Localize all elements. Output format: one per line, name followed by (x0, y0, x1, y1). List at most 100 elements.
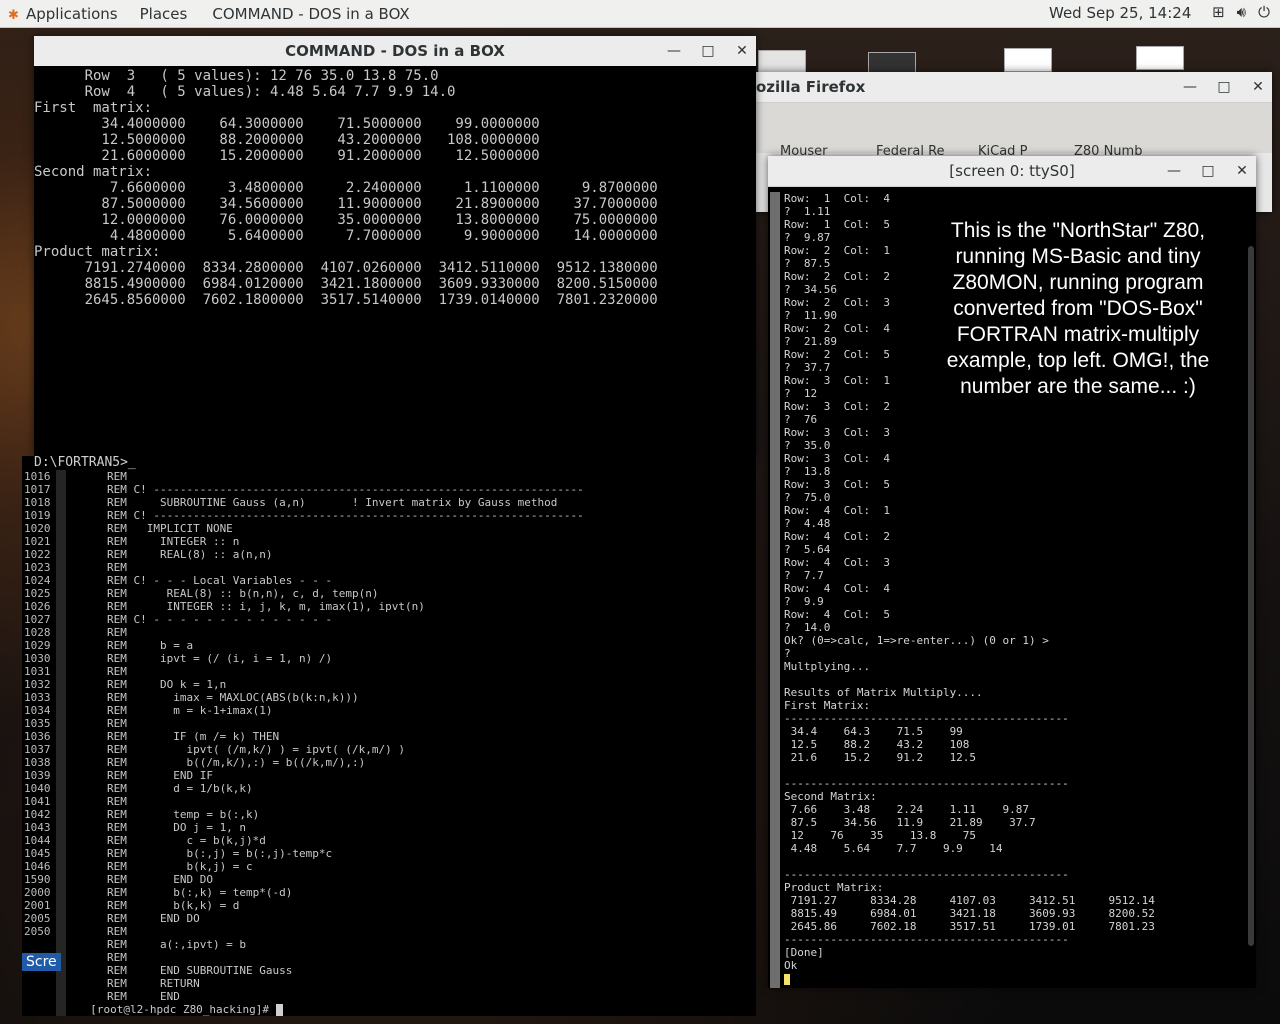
serial-output-line: 7191.27 8334.28 4107.03 3412.51 9512.14 (784, 894, 1155, 907)
desktop-icon[interactable] (1136, 46, 1184, 70)
dosbox-titlebar[interactable]: COMMAND - DOS in a BOX — □ ✕ (34, 36, 756, 67)
shell-prompt[interactable]: [root@l2-hpdc Z80_hacking]# (24, 1003, 584, 1016)
serial-output-line: ----------------------------------------… (784, 777, 1069, 790)
terminal-line: 1036 REM IF (m /= k) THEN (24, 730, 584, 743)
terminal-line-text: REM b(:,k) = temp*(-d) (54, 886, 293, 899)
minimize-button[interactable]: — (1182, 72, 1198, 102)
terminal-line: 1035 REM (24, 717, 584, 730)
serial-output-line: 87.5 34.56 11.9 21.89 37.7 (784, 816, 1036, 829)
line-number: 1041 (24, 795, 51, 808)
line-number: 1022 (24, 548, 51, 561)
terminal-line-text: REM (54, 951, 127, 964)
close-button[interactable]: ✕ (734, 36, 750, 66)
places-menu[interactable]: Places (140, 5, 188, 23)
terminal-line: 1018 REM SUBROUTINE Gauss (a,n) ! Invert… (24, 496, 584, 509)
minimize-button[interactable]: — (1166, 156, 1182, 186)
screen-titlebar[interactable]: [screen 0: ttyS0] — □ ✕ (768, 156, 1256, 187)
terminal-line: 1042 REM temp = b(:,k) (24, 808, 584, 821)
active-window-menu[interactable]: COMMAND - DOS in a BOX (212, 5, 409, 23)
serial-output-line: Row: 3 Col: 2 (784, 400, 890, 413)
serial-output-line: 12.5 88.2 43.2 108 (784, 738, 970, 751)
serial-output-line: ? 9.9 (784, 595, 824, 608)
maximize-button[interactable]: □ (1216, 72, 1232, 102)
applications-icon[interactable]: ✱ (8, 8, 20, 23)
line-number: 2000 (24, 886, 51, 899)
minimize-button[interactable]: — (666, 36, 682, 66)
line-number: 1035 (24, 717, 51, 730)
power-icon[interactable]: ⏻ (1258, 3, 1270, 21)
terminal-line: 2005 REM END DO (24, 912, 584, 925)
line-number: 1043 (24, 821, 51, 834)
firefox-titlebar[interactable]: ozilla Firefox — □ ✕ (756, 72, 1272, 103)
serial-cursor (784, 972, 1244, 985)
line-number: 1019 (24, 509, 51, 522)
dos-output-line: 4.4800000 5.6400000 7.7000000 9.9000000 … (34, 228, 658, 244)
serial-output-line: 12 76 35 13.8 75 (784, 829, 977, 842)
terminal-line: REM END (24, 990, 584, 1003)
terminal-line-text: REM INTEGER :: i, j, k, m, imax(1), ipvt… (54, 600, 425, 613)
line-number: 1017 (24, 483, 51, 496)
terminal-line: 2050 REM (24, 925, 584, 938)
close-button[interactable]: ✕ (1234, 156, 1250, 186)
annotation-text: This is the "NorthStar" Z80, running MS-… (946, 219, 1210, 398)
terminal-line: 1016 REM (24, 470, 584, 483)
serial-output-line: [Done] (784, 946, 824, 959)
terminal-line: 1040 REM d = 1/b(k,k) (24, 782, 584, 795)
serial-output-line: ----------------------------------------… (784, 712, 1069, 725)
serial-output-line: Row: 4 Col: 4 (784, 582, 890, 595)
dosbox-window[interactable]: COMMAND - DOS in a BOX — □ ✕ Row 3 ( 5 v… (34, 36, 756, 458)
shell-terminal[interactable]: D:\FORTRAN5>_ 1016 REM 1017 REM C! ------… (22, 456, 756, 1016)
firefox-title: ozilla Firefox (756, 78, 866, 96)
serial-output-line: 8815.49 6984.01 3421.18 3609.93 8200.52 (784, 907, 1155, 920)
line-number: 1038 (24, 756, 51, 769)
line-number: 1037 (24, 743, 51, 756)
screen-terminal-window[interactable]: [screen 0: ttyS0] — □ ✕ Row: 1 Col: 4? 1… (768, 156, 1256, 988)
taskbar-screen-label[interactable]: Scre (22, 953, 61, 971)
desktop-icon[interactable] (1004, 48, 1052, 72)
terminal-line: REM (24, 951, 584, 964)
dos-output-line: 12.0000000 76.0000000 35.0000000 13.8000… (34, 212, 658, 228)
terminal-line: REM END SUBROUTINE Gauss (24, 964, 584, 977)
line-number: 2050 (24, 925, 51, 938)
volume-icon[interactable]: 🔊︎ (1237, 3, 1246, 21)
terminal-line: 1039 REM END IF (24, 769, 584, 782)
terminal-line-text: REM temp = b(:,k) (54, 808, 260, 821)
maximize-button[interactable]: □ (700, 36, 716, 66)
network-icon[interactable]: ⊞ (1212, 3, 1225, 21)
serial-output-line: Ok? (0=>calc, 1=>re-enter...) (0 or 1) > (784, 634, 1049, 647)
terminal-line-text: REM DO k = 1,n (54, 678, 227, 691)
terminal-line-text: REM (54, 665, 127, 678)
terminal-line-text: REM m = k-1+imax(1) (54, 704, 273, 717)
serial-output-line: Results of Matrix Multiply.... (784, 686, 983, 699)
terminal-line-text: REM END SUBROUTINE Gauss (54, 964, 293, 977)
terminal-line: 1029 REM b = a (24, 639, 584, 652)
terminal-line: REM a(:,ipvt) = b (24, 938, 584, 951)
terminal-line: 1034 REM m = k-1+imax(1) (24, 704, 584, 717)
serial-output-line: ? 5.64 (784, 543, 831, 556)
serial-output-line: Second Matrix: (784, 790, 877, 803)
terminal-line: 1027 REM C! - - - - - - - - - - - - - - (24, 613, 584, 626)
line-number: 1036 (24, 730, 51, 743)
terminal-line-text: REM ipvt = (/ (i, i = 1, n) /) (54, 652, 333, 665)
line-number: 1033 (24, 691, 51, 704)
clock[interactable]: Wed Sep 25, 14:24 (1049, 4, 1191, 22)
terminal-line: 2000 REM b(:,k) = temp*(-d) (24, 886, 584, 899)
scrollbar[interactable] (1248, 246, 1254, 946)
terminal-line: 1020 REM IMPLICIT NONE (24, 522, 584, 535)
dos-output-line: 21.6000000 15.2000000 91.2000000 12.5000… (34, 148, 540, 164)
terminal-line: 1022 REM REAL(8) :: a(n,n) (24, 548, 584, 561)
dosbox-screen[interactable]: Row 3 ( 5 values): 12 76 35.0 13.8 75.0 … (34, 66, 756, 458)
applications-menu[interactable]: Applications (26, 5, 118, 23)
close-button[interactable]: ✕ (1250, 72, 1266, 102)
desktop-icon[interactable] (758, 50, 806, 74)
terminal-line-text: REM SUBROUTINE Gauss (a,n) ! Invert matr… (54, 496, 558, 509)
serial-output-line: Row: 3 Col: 5 (784, 478, 890, 491)
serial-output-line: Product Matrix: (784, 881, 884, 894)
terminal-line-text: REM d = 1/b(k,k) (54, 782, 253, 795)
system-tray: ⊞ 🔊︎ ⏻ (1212, 3, 1270, 21)
serial-output-line: 21.6 15.2 91.2 12.5 (784, 751, 977, 764)
line-number: 1026 (24, 600, 51, 613)
terminal-line-text: REM ipvt( (/m,k/) ) = ipvt( (/k,m/) ) (54, 743, 405, 756)
maximize-button[interactable]: □ (1200, 156, 1216, 186)
serial-output-line: ? 14.0 (784, 621, 831, 634)
